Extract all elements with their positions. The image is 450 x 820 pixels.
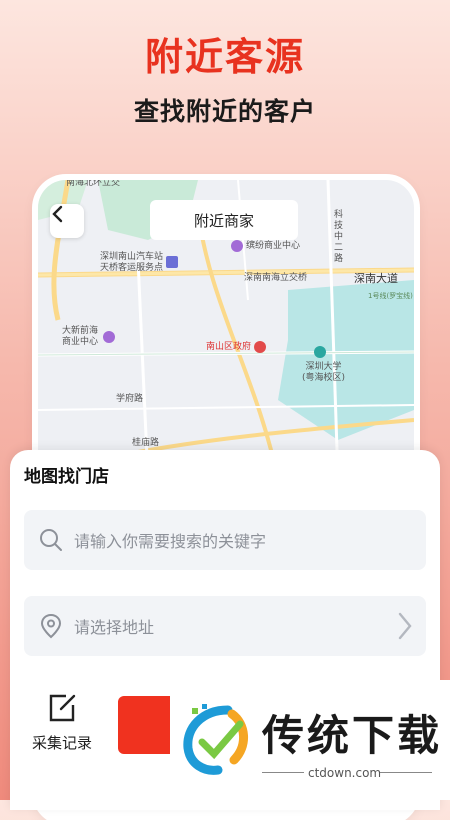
- watermark-logo-icon: [180, 702, 256, 782]
- edit-icon: [46, 694, 78, 728]
- hero-title: 附近客源: [144, 35, 305, 79]
- search-input[interactable]: 请输入你需要搜索的关键字: [24, 510, 426, 570]
- map-label-keji-road: 科技中二路: [334, 210, 344, 264]
- watermark: 传统下载 ctdown.com: [170, 680, 450, 800]
- watermark-brand: 传统下载: [262, 711, 443, 760]
- sheet-title: 地图找门店: [24, 467, 109, 487]
- collection-record-button[interactable]: 采集记录: [24, 692, 100, 753]
- district-gov-icon: [254, 341, 266, 353]
- hero-subtitle: 查找附近的客户: [133, 97, 316, 126]
- map-label-mall: 缤纷商业中心: [246, 241, 301, 251]
- chevron-right-icon: [396, 611, 414, 645]
- address-select[interactable]: 请选择地址: [24, 596, 426, 656]
- location-pin-icon: [36, 611, 66, 641]
- university-icon: [314, 346, 326, 358]
- search-placeholder: 请输入你需要搜索的关键字: [74, 532, 267, 551]
- map-label-top-left-road: 南海北环立交: [66, 180, 121, 188]
- map-label-szu: 深圳大学 (粤海校区): [302, 362, 346, 383]
- bus-station-icon: [166, 256, 178, 268]
- back-button[interactable]: [50, 204, 84, 238]
- map-view[interactable]: 南海北环立交 科技中二路 深圳南山汽车站 天桥客运服务点 缤纷商业中心 深南南海…: [38, 180, 414, 480]
- watermark-divider-left: [262, 772, 304, 773]
- map-label-bottom-road: 桂庙路: [132, 438, 160, 448]
- mall-icon: [231, 240, 243, 252]
- watermark-divider-right: [380, 772, 432, 773]
- collection-record-label: 采集记录: [31, 734, 92, 752]
- map-label-shennan-road: 深南大道: [354, 272, 398, 285]
- map-label-district-gov: 南山区政府: [206, 342, 252, 352]
- map-label-interchange: 深南南海立交桥: [244, 273, 308, 283]
- map-label-bus-station: 深圳南山汽车站 天桥客运服务点: [100, 252, 164, 273]
- map-label-metro: 1号线(罗宝线): [368, 292, 413, 300]
- address-placeholder: 请选择地址: [74, 618, 155, 637]
- map-label-xuefu-road: 学府路: [116, 394, 144, 404]
- map-label-dxqh: 大新前海 商业中心: [62, 326, 99, 347]
- search-icon: [36, 525, 66, 555]
- map-title: 附近商家: [150, 200, 298, 240]
- watermark-url: ctdown.com: [308, 766, 382, 780]
- dxqh-icon: [103, 331, 115, 343]
